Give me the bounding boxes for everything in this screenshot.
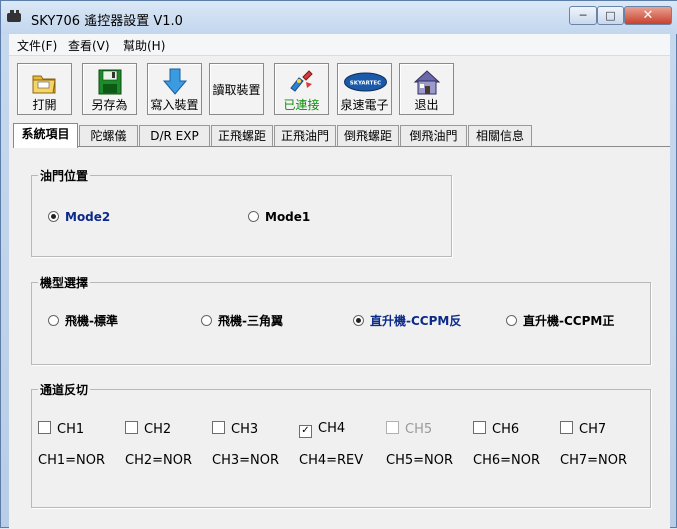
checkbox-box xyxy=(38,421,51,434)
remote-control-icon xyxy=(7,10,25,26)
checkbox-box: ✓ xyxy=(299,425,312,438)
radio-plane-delta[interactable]: 飛機-三角翼 xyxy=(201,312,283,329)
channel-status-ch4: CH4=REV xyxy=(299,453,364,468)
menu-file[interactable]: 文件(F) xyxy=(17,37,57,54)
channel-status-ch2: CH2=NOR xyxy=(125,453,193,468)
brand-logo-text: SKYARTEC xyxy=(350,81,381,87)
menu-help[interactable]: 幫助(H) xyxy=(123,37,165,54)
channel-status-ch3: CH3=NOR xyxy=(212,453,280,468)
minimize-button[interactable]: ─ xyxy=(569,6,597,25)
tab-inverted-pitch[interactable]: 倒飛螺距 xyxy=(337,125,399,147)
tab-normal-pitch[interactable]: 正飛螺距 xyxy=(211,125,273,147)
brand-label: 泉速電子 xyxy=(340,98,389,112)
connection-button[interactable]: 已連接 xyxy=(274,63,329,115)
open-folder-icon xyxy=(32,75,56,94)
checkbox-ch6[interactable]: CH6 xyxy=(473,421,519,437)
tab-info[interactable]: 相關信息 xyxy=(468,125,532,147)
skyartec-logo-icon: SKYARTEC xyxy=(344,72,387,92)
checkbox-label: CH6 xyxy=(492,422,520,437)
checkbox-ch3[interactable]: CH3 xyxy=(212,421,258,437)
arrow-down-icon xyxy=(162,68,188,95)
checkbox-label: CH5 xyxy=(405,422,433,437)
checkbox-box xyxy=(212,421,225,434)
checkbox-box xyxy=(386,421,399,434)
brand-button[interactable]: SKYARTEC 泉速電子 xyxy=(337,63,392,115)
radio-circle xyxy=(201,315,212,326)
radio-mode1[interactable]: Mode1 xyxy=(248,210,310,224)
checkbox-label: CH7 xyxy=(579,422,607,437)
radio-circle xyxy=(48,315,59,326)
radio-circle xyxy=(353,315,364,326)
close-button[interactable]: ✕ xyxy=(624,6,672,25)
throttle-group-title: 油門位置 xyxy=(38,167,91,184)
radio-label: Mode2 xyxy=(65,210,111,224)
title-bar[interactable]: SKY706 遙控器設置 V1.0 ─ □ ✕ xyxy=(1,1,677,34)
radio-heli-ccpm-reverse[interactable]: 直升機-CCPM反 xyxy=(353,312,461,329)
radio-circle xyxy=(506,315,517,326)
tab-inverted-throttle[interactable]: 倒飛油門 xyxy=(400,125,467,147)
window-title: SKY706 遙控器設置 V1.0 xyxy=(31,14,183,29)
checkbox-label: CH2 xyxy=(144,422,172,437)
channel-reverse-group: 通道反切 CH1 CH1=NOR CH2 CH2=NOR CH3 CH3=NOR ✓ CH4 C… xyxy=(31,381,651,508)
channel-status-ch1: CH1=NOR xyxy=(38,453,106,468)
menu-view[interactable]: 查看(V) xyxy=(68,37,110,54)
client-area: 文件(F) 查看(V) 幫助(H) 打開 另存為 寫入裝置 讀取裝置 已連接 S… xyxy=(9,34,670,529)
checkbox-box xyxy=(560,421,573,434)
tab-normal-throttle[interactable]: 正飛油門 xyxy=(274,125,336,147)
radio-label: Mode1 xyxy=(265,210,311,224)
checkbox-label: CH1 xyxy=(57,422,85,437)
channel-status-ch5: CH5=NOR xyxy=(386,453,454,468)
model-select-group: 機型選擇 飛機-標準 飛機-三角翼 直升機-CCPM反 直升機-CCPM正 xyxy=(31,274,651,365)
maximize-button[interactable]: □ xyxy=(597,6,624,25)
app-window: SKY706 遙控器設置 V1.0 ─ □ ✕ 文件(F) 查看(V) 幫助(H… xyxy=(0,0,677,529)
radio-label: 直升機-CCPM正 xyxy=(523,314,615,328)
floppy-disk-icon xyxy=(98,69,122,95)
checkbox-ch4[interactable]: ✓ CH4 xyxy=(299,421,345,438)
house-icon xyxy=(413,70,441,95)
system-panel: 油門位置 Mode2 Mode1 機型選擇 飛機-標準 飛機-三角翼 直升機-C… xyxy=(13,146,670,529)
checkbox-box xyxy=(473,421,486,434)
save-as-button[interactable]: 另存為 xyxy=(82,63,137,115)
connected-plug-icon xyxy=(290,70,313,92)
write-device-button[interactable]: 寫入裝置 xyxy=(147,63,202,115)
checkbox-label: CH4 xyxy=(318,421,346,436)
radio-heli-ccpm-normal[interactable]: 直升機-CCPM正 xyxy=(506,312,614,329)
channel-group-title: 通道反切 xyxy=(38,381,91,398)
menu-bar: 文件(F) 查看(V) 幫助(H) xyxy=(9,34,670,56)
radio-mode2[interactable]: Mode2 xyxy=(48,210,110,224)
checkbox-ch2[interactable]: CH2 xyxy=(125,421,171,437)
open-button[interactable]: 打開 xyxy=(17,63,72,115)
toolbar: 打開 另存為 寫入裝置 讀取裝置 已連接 SKYARTEC 泉速電子 退出 xyxy=(9,56,670,119)
checkbox-ch1[interactable]: CH1 xyxy=(38,421,84,437)
radio-circle xyxy=(48,211,59,222)
checkbox-ch7[interactable]: CH7 xyxy=(560,421,606,437)
exit-label: 退出 xyxy=(414,98,439,112)
tab-system[interactable]: 系統項目 xyxy=(13,123,78,148)
radio-label: 飛機-三角翼 xyxy=(218,314,283,328)
radio-label: 飛機-標準 xyxy=(65,314,118,328)
model-group-title: 機型選擇 xyxy=(38,274,91,291)
checkbox-box xyxy=(125,421,138,434)
radio-circle xyxy=(248,211,259,222)
write-device-label: 寫入裝置 xyxy=(150,98,199,112)
throttle-position-group: 油門位置 Mode2 Mode1 xyxy=(31,167,452,257)
open-label: 打開 xyxy=(32,98,57,112)
checkbox-ch5: CH5 xyxy=(386,421,432,437)
read-device-button[interactable]: 讀取裝置 xyxy=(209,63,264,115)
radio-plane-standard[interactable]: 飛機-標準 xyxy=(48,312,118,329)
tab-gyro[interactable]: 陀螺儀 xyxy=(79,125,138,147)
radio-label: 直升機-CCPM反 xyxy=(370,314,462,328)
channel-status-ch6: CH6=NOR xyxy=(473,453,541,468)
channel-status-ch7: CH7=NOR xyxy=(560,453,628,468)
read-device-label: 讀取裝置 xyxy=(212,83,261,97)
exit-button[interactable]: 退出 xyxy=(399,63,454,115)
tab-dr-exp[interactable]: D/R EXP xyxy=(139,125,210,147)
save-as-label: 另存為 xyxy=(91,98,128,112)
connected-label: 已連接 xyxy=(283,98,320,112)
tab-strip: 系統項目 陀螺儀 D/R EXP 正飛螺距 正飛油門 倒飛螺距 倒飛油門 相關信… xyxy=(13,123,670,148)
checkbox-label: CH3 xyxy=(231,422,259,437)
